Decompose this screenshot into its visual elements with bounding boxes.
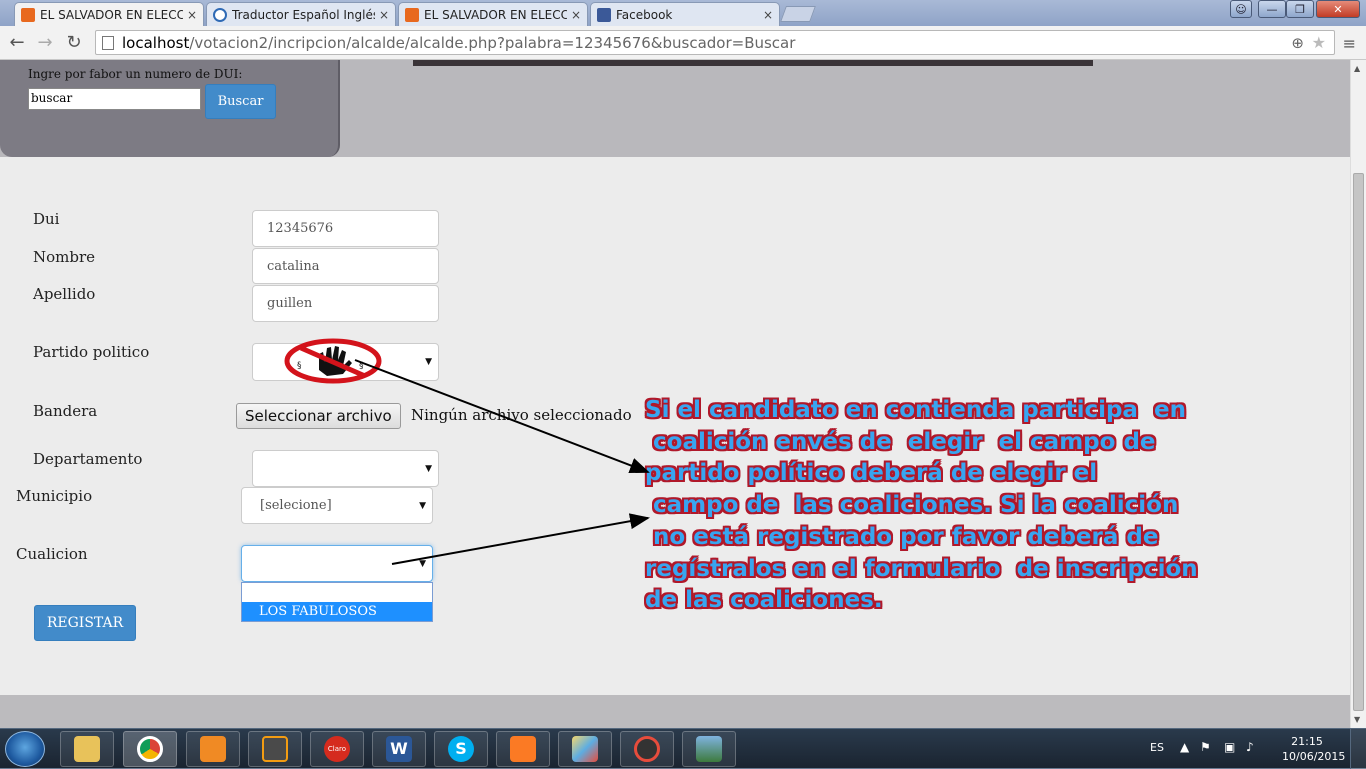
- word-icon[interactable]: W: [372, 731, 426, 767]
- language-indicator[interactable]: ES: [1150, 741, 1164, 754]
- tray-expand-icon[interactable]: ▲: [1180, 740, 1189, 754]
- skype-icon[interactable]: S: [434, 731, 488, 767]
- show-desktop-button[interactable]: [1350, 729, 1366, 769]
- annotation-arrows: [354, 359, 650, 565]
- xampp-icon[interactable]: [496, 731, 550, 767]
- scroll-thumb[interactable]: [1353, 173, 1364, 711]
- arrow-partido: [354, 359, 650, 474]
- media-player-icon[interactable]: [186, 731, 240, 767]
- page-scrollbar[interactable]: ▲ ▼: [1350, 60, 1366, 728]
- explorer-icon[interactable]: [60, 731, 114, 767]
- clock[interactable]: 21:15 10/06/2015: [1282, 734, 1346, 764]
- chrome-icon[interactable]: [123, 731, 177, 767]
- arrow-coalicion: [391, 513, 650, 565]
- taskbar: Claro W S ES ▲ ⚑ ▣ ♪ 21:15 10/06/2015: [0, 728, 1366, 769]
- sublime-icon[interactable]: [248, 731, 302, 767]
- volume-icon[interactable]: ♪: [1246, 740, 1254, 754]
- clock-time: 21:15: [1291, 735, 1323, 748]
- network-icon[interactable]: ▣: [1224, 740, 1235, 754]
- scroll-up-icon[interactable]: ▲: [1354, 64, 1360, 73]
- start-button[interactable]: [5, 731, 45, 767]
- recorder-icon[interactable]: [620, 731, 674, 767]
- flag-icon[interactable]: ⚑: [1200, 740, 1211, 754]
- scroll-down-icon[interactable]: ▼: [1354, 715, 1360, 724]
- clock-date: 10/06/2015: [1282, 750, 1346, 763]
- paint-icon[interactable]: [558, 731, 612, 767]
- photo-viewer-icon[interactable]: [682, 731, 736, 767]
- claro-icon[interactable]: Claro: [310, 731, 364, 767]
